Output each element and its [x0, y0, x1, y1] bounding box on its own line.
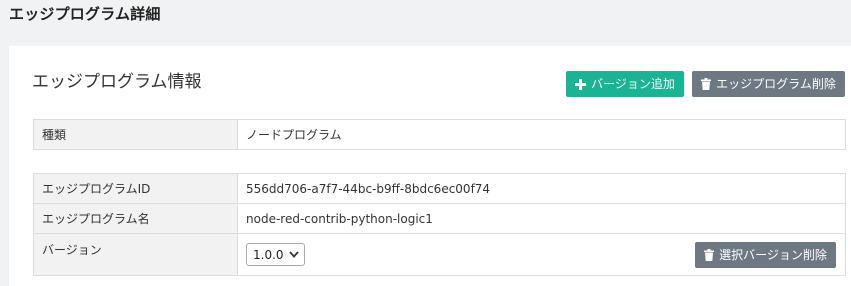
trash-icon: [701, 78, 712, 90]
table-row: 種類 ノードプログラム: [33, 119, 846, 150]
delete-selected-version-button[interactable]: 選択バージョン削除: [695, 242, 836, 268]
type-value: ノードプログラム: [237, 119, 846, 150]
page-title: エッジプログラム詳細: [9, 5, 161, 23]
program-name-value: node-red-contrib-python-logic1: [237, 203, 846, 234]
delete-program-label: エッジプログラム削除: [716, 77, 836, 91]
add-version-button[interactable]: バージョン追加: [566, 71, 684, 97]
type-label: 種類: [33, 119, 238, 150]
section-title: エッジプログラム情報: [32, 72, 202, 92]
program-id-label: エッジプログラムID: [33, 173, 238, 204]
version-label: バージョン: [33, 233, 238, 276]
version-selected-value: 1.0.0: [253, 247, 284, 262]
type-table: 種類 ノードプログラム: [33, 119, 846, 150]
program-name-label: エッジプログラム名: [33, 203, 238, 234]
delete-program-button[interactable]: エッジプログラム削除: [692, 71, 845, 97]
plus-icon: [575, 78, 587, 90]
program-id-value: 556dd706-a7f7-44bc-b9ff-8bdc6ec00f74: [237, 173, 846, 204]
table-row: エッジプログラムID 556dd706-a7f7-44bc-b9ff-8bdc6…: [33, 173, 846, 204]
add-version-label: バージョン追加: [591, 77, 675, 91]
version-select[interactable]: 1.0.0: [246, 243, 305, 266]
table-row: エッジプログラム名 node-red-contrib-python-logic1: [33, 203, 846, 234]
trash-icon: [704, 249, 715, 261]
delete-selected-version-label: 選択バージョン削除: [719, 248, 827, 262]
program-info-panel: エッジプログラム情報 バージョン追加 エッジプログラム削除 種類 ノードプログラ…: [9, 46, 851, 286]
chevron-down-icon: [288, 251, 299, 258]
